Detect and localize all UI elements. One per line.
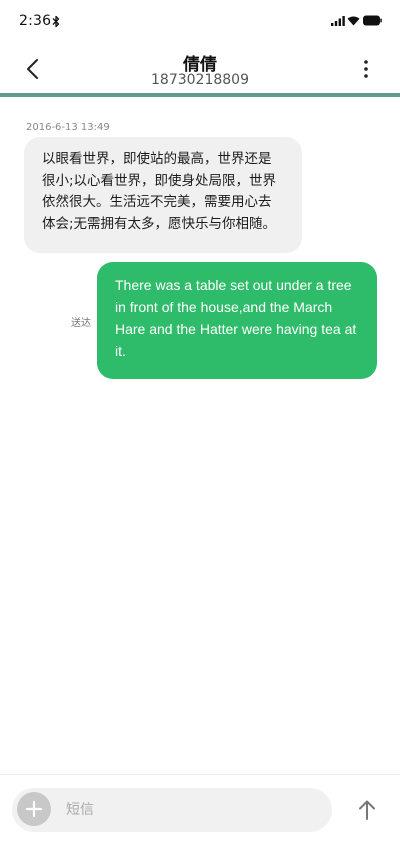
wifi-icon [347, 16, 360, 26]
status-bar: 2:36 [0, 0, 400, 44]
outgoing-message-text: There was a table set out under a tree i… [115, 277, 357, 359]
plus-icon [25, 800, 43, 818]
header-divider [0, 93, 400, 97]
incoming-message-text: 以眼看世界，即使站的最高，世界还是很小;以心看世界，即使身处局限，世界依然很大。… [42, 151, 277, 232]
delivery-status: 送达 [71, 318, 91, 329]
contact-number: 18730218809 [151, 72, 249, 88]
send-arrow-up-icon[interactable] [354, 797, 380, 823]
more-vertical-icon[interactable] [358, 57, 374, 81]
incoming-message-bubble[interactable]: 以眼看世界，即使站的最高，世界还是很小;以心看世界，即使身处局限，世界依然很大。… [24, 137, 302, 253]
composer-bar [0, 774, 400, 844]
bluetooth-icon [52, 15, 60, 28]
outgoing-message-bubble[interactable]: There was a table set out under a tree i… [97, 262, 377, 379]
conversation-header: 倩倩 18730218809 [0, 44, 400, 96]
status-time: 2:36 [19, 13, 52, 29]
message-timestamp: 2016-6-13 13:49 [26, 122, 110, 133]
add-attachment-button[interactable] [17, 792, 51, 826]
sms-conversation-screen: 2:36 倩倩 18730218809 2016-6-13 13:49 以眼看世… [0, 0, 400, 844]
composer-pill [12, 788, 332, 832]
message-input[interactable] [66, 795, 316, 825]
battery-icon [363, 15, 382, 26]
signal-icon [331, 16, 345, 26]
